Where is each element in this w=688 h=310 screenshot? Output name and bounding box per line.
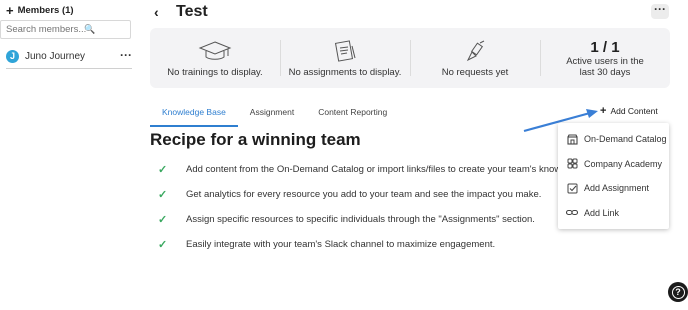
- tab-assignment[interactable]: Assignment: [238, 103, 306, 127]
- members-sidebar: + Members (1) 🔍 J Juno Journey ···: [0, 0, 138, 310]
- search-icon: 🔍: [84, 24, 96, 34]
- trainings-text: No trainings to display.: [167, 67, 263, 78]
- checkmark-icon: ✓: [158, 239, 168, 251]
- stat-active-users: 1 / 1 Active users in the last 30 days: [540, 28, 670, 88]
- members-label: Members (1): [17, 5, 74, 16]
- menu-item-on-demand-catalog[interactable]: On-Demand Catalog: [558, 127, 669, 152]
- knowledge-base-title: Recipe for a winning team: [150, 130, 361, 149]
- menu-item-label: Add Assignment: [584, 183, 650, 194]
- member-options-icon[interactable]: ···: [120, 48, 132, 62]
- question-icon: ?: [671, 285, 685, 299]
- feature-text: Add content from the On-Demand Catalog o…: [186, 164, 611, 175]
- stat-assignments: No assignments to display.: [280, 28, 410, 88]
- feature-text: Assign specific resources to specific in…: [186, 214, 535, 225]
- list-item: ✓ Assign specific resources to specific …: [158, 207, 610, 232]
- stat-trainings: No trainings to display.: [150, 28, 280, 88]
- checkmark-icon: ✓: [158, 214, 168, 226]
- feature-list: ✓ Add content from the On-Demand Catalog…: [158, 157, 610, 257]
- catalog-icon: [566, 133, 578, 145]
- add-content-menu: On-Demand Catalog Company Academy Add As…: [558, 123, 669, 229]
- graduation-cap-icon: [198, 41, 232, 60]
- feature-text: Get analytics for every resource you add…: [186, 189, 542, 200]
- member-search[interactable]: 🔍: [0, 20, 131, 39]
- active-users-label: Active users in the last 30 days: [566, 56, 644, 78]
- avatar: J: [6, 49, 19, 63]
- menu-item-label: On-Demand Catalog: [584, 134, 667, 145]
- menu-item-label: Add Link: [584, 207, 620, 218]
- menu-item-add-link[interactable]: Add Link: [558, 201, 669, 226]
- menu-item-company-academy[interactable]: Company Academy: [558, 152, 669, 177]
- help-button[interactable]: ?: [668, 282, 688, 302]
- menu-item-add-assignment[interactable]: Add Assignment: [558, 176, 669, 201]
- checkmark-icon: ✓: [158, 164, 168, 176]
- assignment-icon: [566, 182, 578, 194]
- active-users-value: 1 / 1: [590, 39, 620, 56]
- checkmark-icon: ✓: [158, 189, 168, 201]
- member-item[interactable]: J Juno Journey ···: [6, 46, 132, 66]
- tab-bar: Knowledge Base Assignment Content Report…: [150, 103, 399, 127]
- list-item: ✓ Add content from the On-Demand Catalog…: [158, 157, 610, 182]
- list-item: ✓ Easily integrate with your team's Slac…: [158, 232, 610, 257]
- list-item: ✓ Get analytics for every resource you a…: [158, 182, 610, 207]
- back-arrow-icon[interactable]: ‹: [154, 4, 159, 20]
- stat-requests: No requests yet: [410, 28, 540, 88]
- add-content-label: Add Content: [610, 106, 658, 116]
- plus-icon: +: [6, 2, 14, 18]
- tab-content-reporting[interactable]: Content Reporting: [306, 103, 399, 127]
- link-icon: [566, 207, 578, 219]
- page-title: Test: [176, 3, 208, 20]
- request-icon: [466, 40, 485, 62]
- document-icon: [334, 40, 356, 62]
- menu-item-label: Company Academy: [584, 158, 663, 169]
- academy-icon: [566, 158, 578, 170]
- requests-text: No requests yet: [441, 67, 509, 78]
- feature-text: Easily integrate with your team's Slack …: [186, 239, 496, 250]
- add-content-button[interactable]: + Add Content: [600, 105, 658, 117]
- tab-knowledge-base[interactable]: Knowledge Base: [150, 103, 238, 127]
- more-options-button[interactable]: ···: [651, 3, 669, 19]
- add-member-button[interactable]: + Members (1): [6, 2, 74, 18]
- divider: [6, 68, 132, 69]
- member-name: Juno Journey: [25, 50, 86, 62]
- assignments-text: No assignments to display.: [288, 67, 402, 78]
- stats-card: No trainings to display. No assignments …: [150, 28, 670, 88]
- search-input[interactable]: [6, 24, 86, 35]
